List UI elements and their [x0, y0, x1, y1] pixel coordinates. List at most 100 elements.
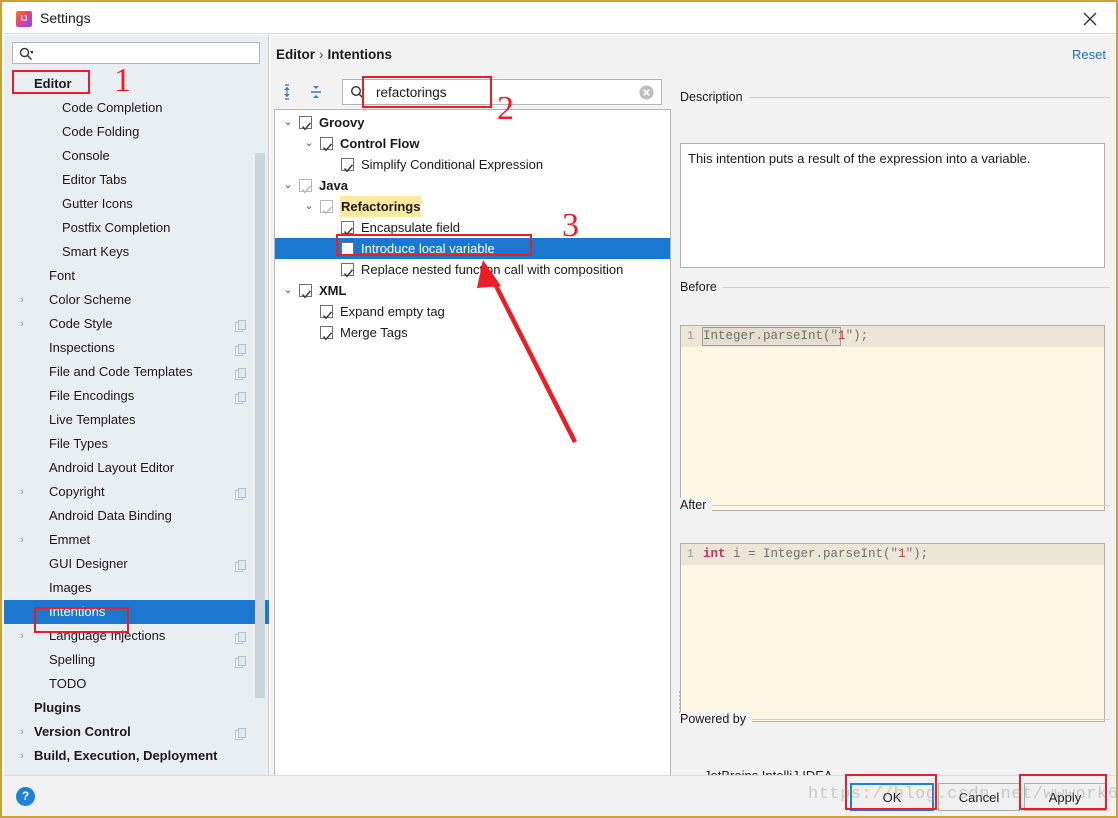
chevron-right-icon[interactable]: › [20, 288, 32, 312]
sidebar-search-input[interactable] [43, 45, 255, 62]
chevron-right-icon[interactable]: › [20, 312, 32, 336]
powered-by-title: Powered by [680, 712, 753, 726]
sidebar-item-label: Smart Keys [62, 244, 130, 259]
description-title: Description [680, 90, 749, 104]
sidebar-item-android-data-binding[interactable]: Android Data Binding [4, 504, 269, 528]
sidebar-item-spelling[interactable]: Spelling [4, 648, 269, 672]
sidebar-item-label: GUI Designer [49, 556, 128, 571]
sidebar-item-emmet[interactable]: › Emmet [4, 528, 269, 552]
intentions-filter-box[interactable] [342, 79, 662, 105]
cancel-button[interactable]: Cancel [938, 783, 1020, 811]
checkbox-unchecked-icon[interactable] [341, 242, 354, 255]
checkbox-checked-icon[interactable] [299, 116, 312, 131]
sidebar-item-smart-keys[interactable]: Smart Keys [4, 240, 269, 264]
copy-settings-icon [235, 317, 247, 332]
code-line: 1 Integer.parseInt("1"); [681, 326, 1104, 347]
reset-link[interactable]: Reset [1072, 47, 1106, 62]
checkbox-checked-icon[interactable] [320, 200, 333, 215]
tree-row-label: Encapsulate field [361, 220, 461, 235]
sidebar-item-gutter-icons[interactable]: Gutter Icons [4, 192, 269, 216]
sidebar-item-editor[interactable]: Editor [4, 72, 269, 96]
sidebar-item-gui-designer[interactable]: GUI Designer [4, 552, 269, 576]
checkbox-checked-icon[interactable] [341, 221, 354, 236]
sidebar-item-editor-tabs[interactable]: Editor Tabs [4, 168, 269, 192]
sidebar-item-plugins[interactable]: Plugins [4, 696, 269, 720]
sidebar-item-code-style[interactable]: › Code Style [4, 312, 269, 336]
chevron-right-icon[interactable]: › [20, 624, 32, 648]
before-code-box: 1 Integer.parseInt("1"); [679, 325, 1105, 713]
expand-all-icon[interactable] [278, 81, 300, 103]
checkbox-checked-icon[interactable] [341, 158, 354, 173]
sidebar-item-console[interactable]: Console [4, 144, 269, 168]
chevron-down-icon[interactable]: ⌄ [281, 112, 295, 133]
sidebar-item-intentions[interactable]: Intentions [4, 600, 269, 624]
breadcrumb: Editor › Intentions [276, 47, 392, 62]
tree-row[interactable]: ⌄ XML [275, 280, 670, 301]
tree-row[interactable]: Merge Tags [275, 322, 670, 343]
tree-row-label: Merge Tags [340, 325, 408, 340]
checkbox-checked-icon[interactable] [320, 326, 333, 341]
sidebar-item-postfix-completion[interactable]: Postfix Completion [4, 216, 269, 240]
sidebar-item-inspections[interactable]: Inspections [4, 336, 269, 360]
sidebar-item-label: Code Completion [62, 100, 163, 115]
title-bar: Settings [4, 4, 1116, 34]
chevron-down-icon[interactable]: ⌄ [302, 196, 316, 217]
sidebar-item-code-folding[interactable]: Code Folding [4, 120, 269, 144]
tree-row[interactable]: ⌄ Java [275, 175, 670, 196]
sidebar-item-code-completion[interactable]: Code Completion [4, 96, 269, 120]
sidebar-item-file-and-code-templates[interactable]: File and Code Templates [4, 360, 269, 384]
tree-row[interactable]: Simplify Conditional Expression [275, 154, 670, 175]
intentions-filter-input[interactable] [374, 83, 629, 102]
tree-row[interactable]: ⌄ Refactorings [275, 196, 670, 217]
ok-button[interactable]: OK [850, 783, 934, 811]
sidebar-item-label: TODO [49, 676, 87, 691]
sidebar-item-label: Postfix Completion [62, 220, 171, 235]
chevron-right-icon[interactable]: › [20, 480, 32, 504]
sidebar-item-build-execution-deployment[interactable]: › Build, Execution, Deployment [4, 744, 269, 768]
sidebar-item-images[interactable]: Images [4, 576, 269, 600]
tree-row[interactable]: ⌄ Control Flow [275, 133, 670, 154]
chevron-right-icon[interactable]: › [20, 528, 32, 552]
tree-row[interactable]: ⌄ Groovy [275, 112, 670, 133]
sidebar-item-copyright[interactable]: › Copyright [4, 480, 269, 504]
chevron-right-icon[interactable]: › [20, 744, 32, 768]
help-icon[interactable]: ? [16, 787, 35, 806]
sidebar-item-label: Images [49, 580, 92, 595]
settings-dialog: Settings Editor Code Completion Code Foldi… [0, 0, 1118, 818]
checkbox-checked-icon[interactable] [320, 137, 333, 152]
checkbox-checked-icon[interactable] [320, 305, 333, 320]
sidebar-item-label: Spelling [49, 652, 96, 667]
sidebar-item-label: Gutter Icons [62, 196, 133, 211]
checkbox-checked-icon[interactable] [299, 284, 312, 299]
tree-row[interactable]: Introduce local variable [275, 238, 670, 259]
line-number: 1 [687, 330, 694, 343]
sidebar-item-file-encodings[interactable]: File Encodings [4, 384, 269, 408]
checkbox-checked-icon[interactable] [299, 179, 312, 194]
clear-circle-icon[interactable] [639, 85, 654, 103]
sidebar-item-font[interactable]: Font [4, 264, 269, 288]
sidebar-scrollbar-thumb[interactable] [255, 153, 265, 698]
sidebar-item-language-injections[interactable]: › Language Injections [4, 624, 269, 648]
sidebar-item-label: Font [49, 268, 76, 283]
apply-button[interactable]: Apply [1024, 783, 1106, 811]
chevron-down-icon[interactable]: ⌄ [302, 133, 316, 154]
tree-row[interactable]: Replace nested function call with compos… [275, 259, 670, 280]
sidebar-item-label: File and Code Templates [49, 364, 193, 379]
sidebar-item-android-layout-editor[interactable]: Android Layout Editor [4, 456, 269, 480]
sidebar-search-box[interactable] [12, 42, 260, 64]
sidebar-item-live-templates[interactable]: Live Templates [4, 408, 269, 432]
sidebar-item-file-types[interactable]: File Types [4, 432, 269, 456]
tree-row[interactable]: Encapsulate field [275, 217, 670, 238]
sidebar-item-label: Android Layout Editor [49, 460, 175, 475]
sidebar-item-color-scheme[interactable]: › Color Scheme [4, 288, 269, 312]
sidebar-item-version-control[interactable]: › Version Control [4, 720, 269, 744]
chevron-down-icon[interactable]: ⌄ [281, 175, 295, 196]
chevron-down-icon[interactable]: ⌄ [281, 280, 295, 301]
close-icon[interactable] [1068, 4, 1114, 34]
chevron-right-icon[interactable]: › [20, 720, 32, 744]
checkbox-checked-icon[interactable] [341, 263, 354, 278]
copy-settings-icon [235, 341, 247, 356]
tree-row[interactable]: Expand empty tag [275, 301, 670, 322]
sidebar-item-todo[interactable]: TODO [4, 672, 269, 696]
collapse-all-icon[interactable] [306, 81, 328, 103]
